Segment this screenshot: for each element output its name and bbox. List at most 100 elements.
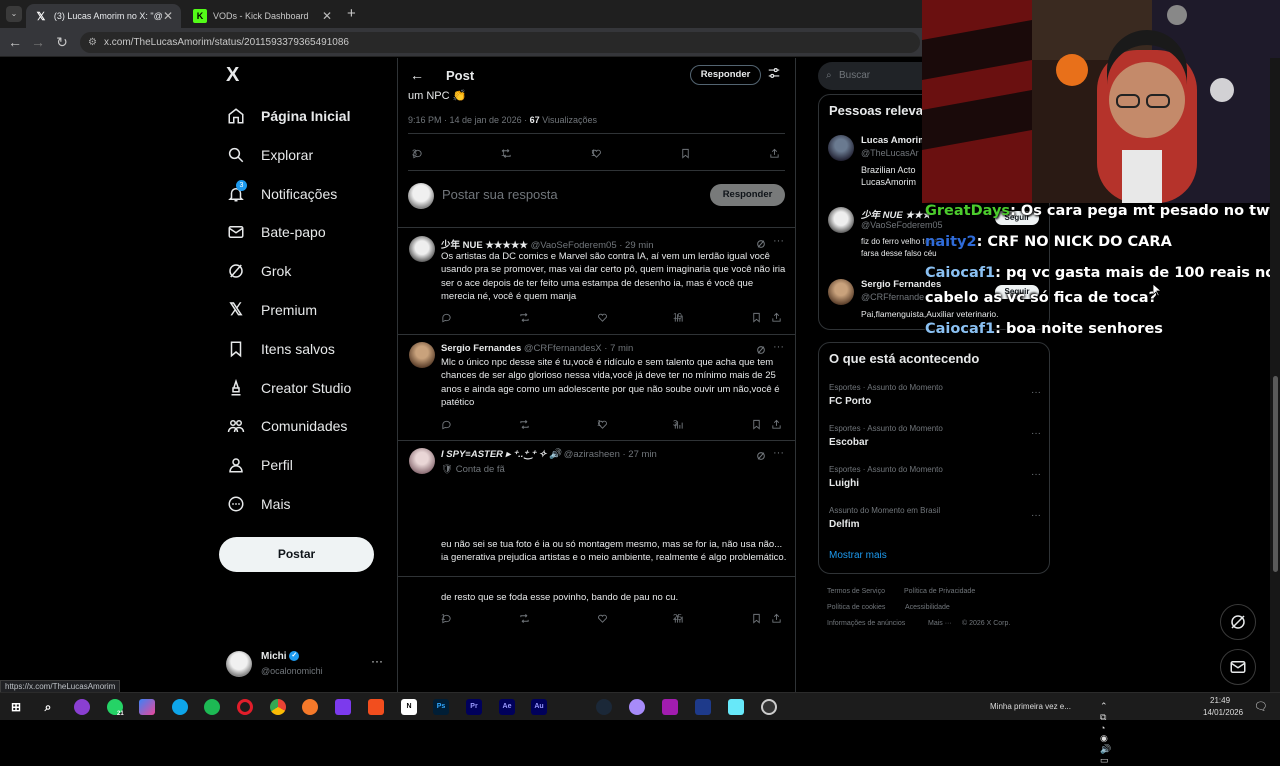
taskbar-app-icon[interactable] [335, 699, 351, 715]
share-action[interactable] [769, 148, 780, 159]
bookmark-action[interactable] [680, 148, 691, 159]
like-action[interactable] [597, 613, 608, 624]
windows-start-icon[interactable]: ⊞ [8, 699, 24, 715]
nav-communities[interactable]: Comunidades [226, 412, 347, 440]
nav-chat[interactable]: Bate-papo [226, 218, 326, 246]
reply-action[interactable] [441, 419, 452, 430]
steam-icon[interactable] [596, 699, 612, 715]
nav-explore[interactable]: Explorar [226, 141, 313, 169]
author-name[interactable]: I SPY≡ASTER ▸ ⁺..⁺͜ ⁺ ✧ 🔊 [441, 449, 561, 460]
opera-icon[interactable] [237, 699, 253, 715]
back-icon[interactable]: ← [6, 34, 24, 50]
reply-action[interactable] [441, 312, 452, 323]
x-logo-icon[interactable]: X [226, 64, 239, 87]
nav-home[interactable]: Página Inicial [226, 102, 350, 130]
reply-action[interactable]: 3 [412, 148, 426, 159]
bookmark-action[interactable] [751, 312, 762, 323]
taskbar-app-icon[interactable] [74, 699, 90, 715]
avatar[interactable] [409, 448, 435, 474]
share-action[interactable] [771, 312, 782, 323]
more-dots-icon[interactable]: ··· [773, 447, 784, 459]
nav-profile[interactable]: Perfil [226, 451, 293, 479]
chrome-icon[interactable] [270, 699, 286, 715]
forward-icon[interactable]: → [29, 34, 47, 50]
after-effects-icon[interactable]: Ae [499, 699, 515, 715]
views-action[interactable]: 19 [673, 312, 686, 323]
header-reply-button[interactable]: Responder [690, 65, 761, 85]
footer-link[interactable]: Termos de Serviço [827, 588, 885, 595]
nav-more[interactable]: Mais [226, 490, 291, 518]
taskbar-search-icon[interactable]: ⌕ [40, 699, 56, 715]
bookmark-action[interactable] [751, 613, 762, 624]
grok-icon[interactable] [756, 239, 766, 249]
figma-icon[interactable] [368, 699, 384, 715]
reply-tweet[interactable]: I SPY≡ASTER ▸ ⁺..⁺͜ ⁺ ✧ 🔊 @azirasheen · … [398, 441, 796, 624]
photoshop-icon[interactable]: Ps [433, 699, 449, 715]
footer-link[interactable]: Informações de anúncios [827, 620, 905, 627]
more-dots-icon[interactable]: ··· [773, 235, 784, 247]
more-dots-icon[interactable]: ··· [773, 341, 784, 353]
trend-item[interactable]: Esportes · Assunto do Momento Escobar ··… [829, 424, 1041, 454]
filter-settings-icon[interactable] [767, 66, 781, 80]
like-action[interactable]: 1 [591, 148, 605, 159]
close-icon[interactable]: ✕ [322, 9, 332, 23]
blender-icon[interactable] [302, 699, 318, 715]
tab-kick-dashboard[interactable]: K VODs - Kick Dashboard ✕ [185, 4, 340, 28]
share-action[interactable] [771, 613, 782, 624]
edge-icon[interactable] [172, 699, 188, 715]
post-button[interactable]: Postar [219, 537, 374, 572]
more-dots-icon[interactable]: ··· [1031, 387, 1041, 398]
taskbar-app-icon[interactable] [662, 699, 678, 715]
page-scrollbar[interactable] [1270, 58, 1280, 692]
trend-item[interactable]: Assunto do Momento em Brasil Delfim ··· [829, 506, 1041, 536]
repost-action[interactable] [519, 613, 530, 624]
reply-tweet[interactable]: Sergio Fernandes @CRFfernandesX · 7 min … [398, 335, 796, 440]
footer-link[interactable]: Acessibilidade [905, 604, 950, 611]
compose-reply-button[interactable]: Responder [710, 184, 785, 206]
bookmark-action[interactable] [751, 419, 762, 430]
tab-lucas-amorim[interactable]: 𝕏 (3) Lucas Amorim no X: "@VaoS ✕ [26, 4, 181, 28]
views-action[interactable]: 25 [673, 613, 686, 624]
account-switcher[interactable]: Michi ✓ @ocalonomichi ··· [224, 648, 394, 684]
new-tab-icon[interactable]: + [347, 5, 356, 22]
premiere-icon[interactable]: Pr [466, 699, 482, 715]
author-handle[interactable]: @CRFfernandesX · 7 min [524, 343, 633, 354]
repost-action[interactable] [519, 312, 530, 323]
now-playing-text[interactable]: Minha primeira vez e... [990, 702, 1082, 711]
show-more-link[interactable]: Mostrar mais [829, 550, 887, 561]
more-dots-icon[interactable]: ··· [1031, 510, 1041, 521]
repost-action[interactable] [519, 419, 530, 430]
trend-item[interactable]: Esportes · Assunto do Momento FC Porto ·… [829, 383, 1041, 413]
taskbar-app-icon[interactable] [695, 699, 711, 715]
avatar[interactable] [409, 236, 435, 262]
share-action[interactable] [771, 419, 782, 430]
tray-icons[interactable]: ⌃ ⧉ ◔ ◉ 🔊 ▭ [1100, 701, 1114, 766]
footer-link[interactable]: Política de Privacidade [904, 588, 975, 595]
post-timestamp[interactable]: 9:16 PM · 14 de jan de 2026 · [408, 115, 527, 125]
scrollbar-thumb[interactable] [1273, 376, 1278, 572]
notion-icon[interactable]: N [401, 699, 417, 715]
url-field[interactable]: ⚙ x.com/TheLucasAmorim/status/2011593379… [80, 32, 920, 53]
clock-time[interactable]: 21:49 [1210, 696, 1230, 705]
taskbar-app-icon[interactable] [629, 699, 645, 715]
nav-notifications[interactable]: 3 Notificações [226, 180, 337, 208]
messages-float-button[interactable] [1220, 649, 1256, 685]
like-action[interactable] [597, 312, 608, 323]
tab-search-button[interactable]: ⌄ [6, 6, 22, 22]
like-action[interactable]: 1 [597, 419, 610, 430]
footer-link[interactable]: Mais ··· [928, 620, 952, 627]
reply-input[interactable]: Postar sua resposta [442, 187, 558, 202]
reload-icon[interactable]: ↻ [53, 34, 71, 51]
nav-premium[interactable]: 𝕏 Premium [226, 296, 317, 324]
repost-action[interactable]: 1 [501, 148, 515, 159]
grok-icon[interactable] [756, 451, 766, 461]
footer-link[interactable]: Política de cookies [827, 604, 885, 611]
close-icon[interactable]: ✕ [163, 9, 173, 23]
views-action[interactable]: 3 [673, 419, 686, 430]
more-dots-icon[interactable]: ··· [371, 654, 383, 668]
author-handle[interactable]: @azirasheen · 27 min [564, 449, 657, 460]
site-info-icon[interactable]: ⚙ [88, 32, 97, 53]
author-name[interactable]: Sergio Fernandes [441, 343, 521, 354]
audition-icon[interactable]: Au [531, 699, 547, 715]
nav-bookmarks[interactable]: Itens salvos [226, 335, 335, 363]
